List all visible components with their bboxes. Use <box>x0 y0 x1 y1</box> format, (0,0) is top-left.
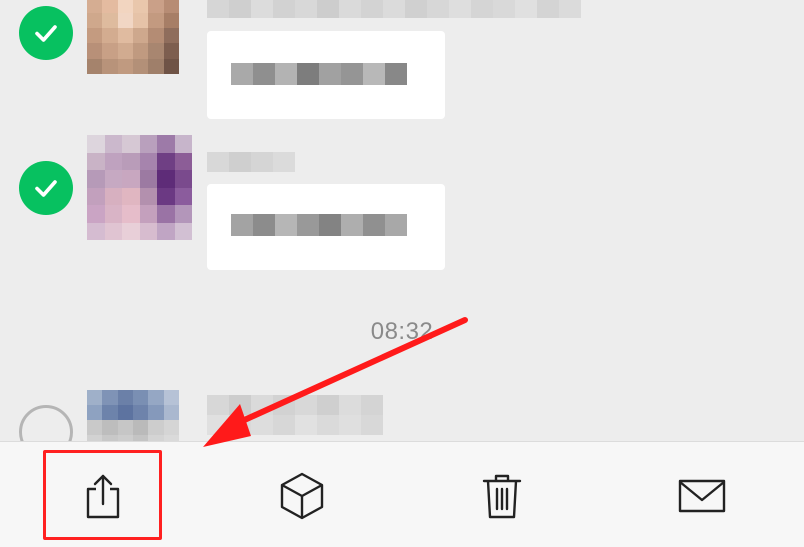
sender-name <box>207 0 581 18</box>
message-select-checkbox[interactable] <box>19 6 73 60</box>
highlight-box <box>43 450 162 540</box>
email-button[interactable] <box>642 451 762 541</box>
sender-name <box>207 395 383 415</box>
message-bubble[interactable] <box>207 184 445 270</box>
sender-name <box>207 152 295 172</box>
sender-name <box>207 415 383 435</box>
chat-message-list: 08:32 <box>0 0 804 441</box>
avatar[interactable] <box>87 135 192 240</box>
box-icon <box>280 472 324 520</box>
avatar[interactable] <box>87 0 179 74</box>
message-select-checkbox[interactable] <box>19 405 73 441</box>
message-text-blurred <box>231 63 421 85</box>
message-timestamp: 08:32 <box>370 318 434 345</box>
favorite-button[interactable] <box>242 451 362 541</box>
avatar[interactable] <box>87 390 179 441</box>
trash-icon <box>482 474 522 519</box>
message-bubble[interactable] <box>207 31 445 119</box>
checkmark-icon <box>35 180 57 197</box>
message-select-checkbox[interactable] <box>19 161 73 215</box>
delete-button[interactable] <box>442 451 562 541</box>
mail-icon <box>678 479 726 513</box>
checkmark-icon <box>35 25 57 42</box>
message-text-blurred <box>231 214 421 236</box>
